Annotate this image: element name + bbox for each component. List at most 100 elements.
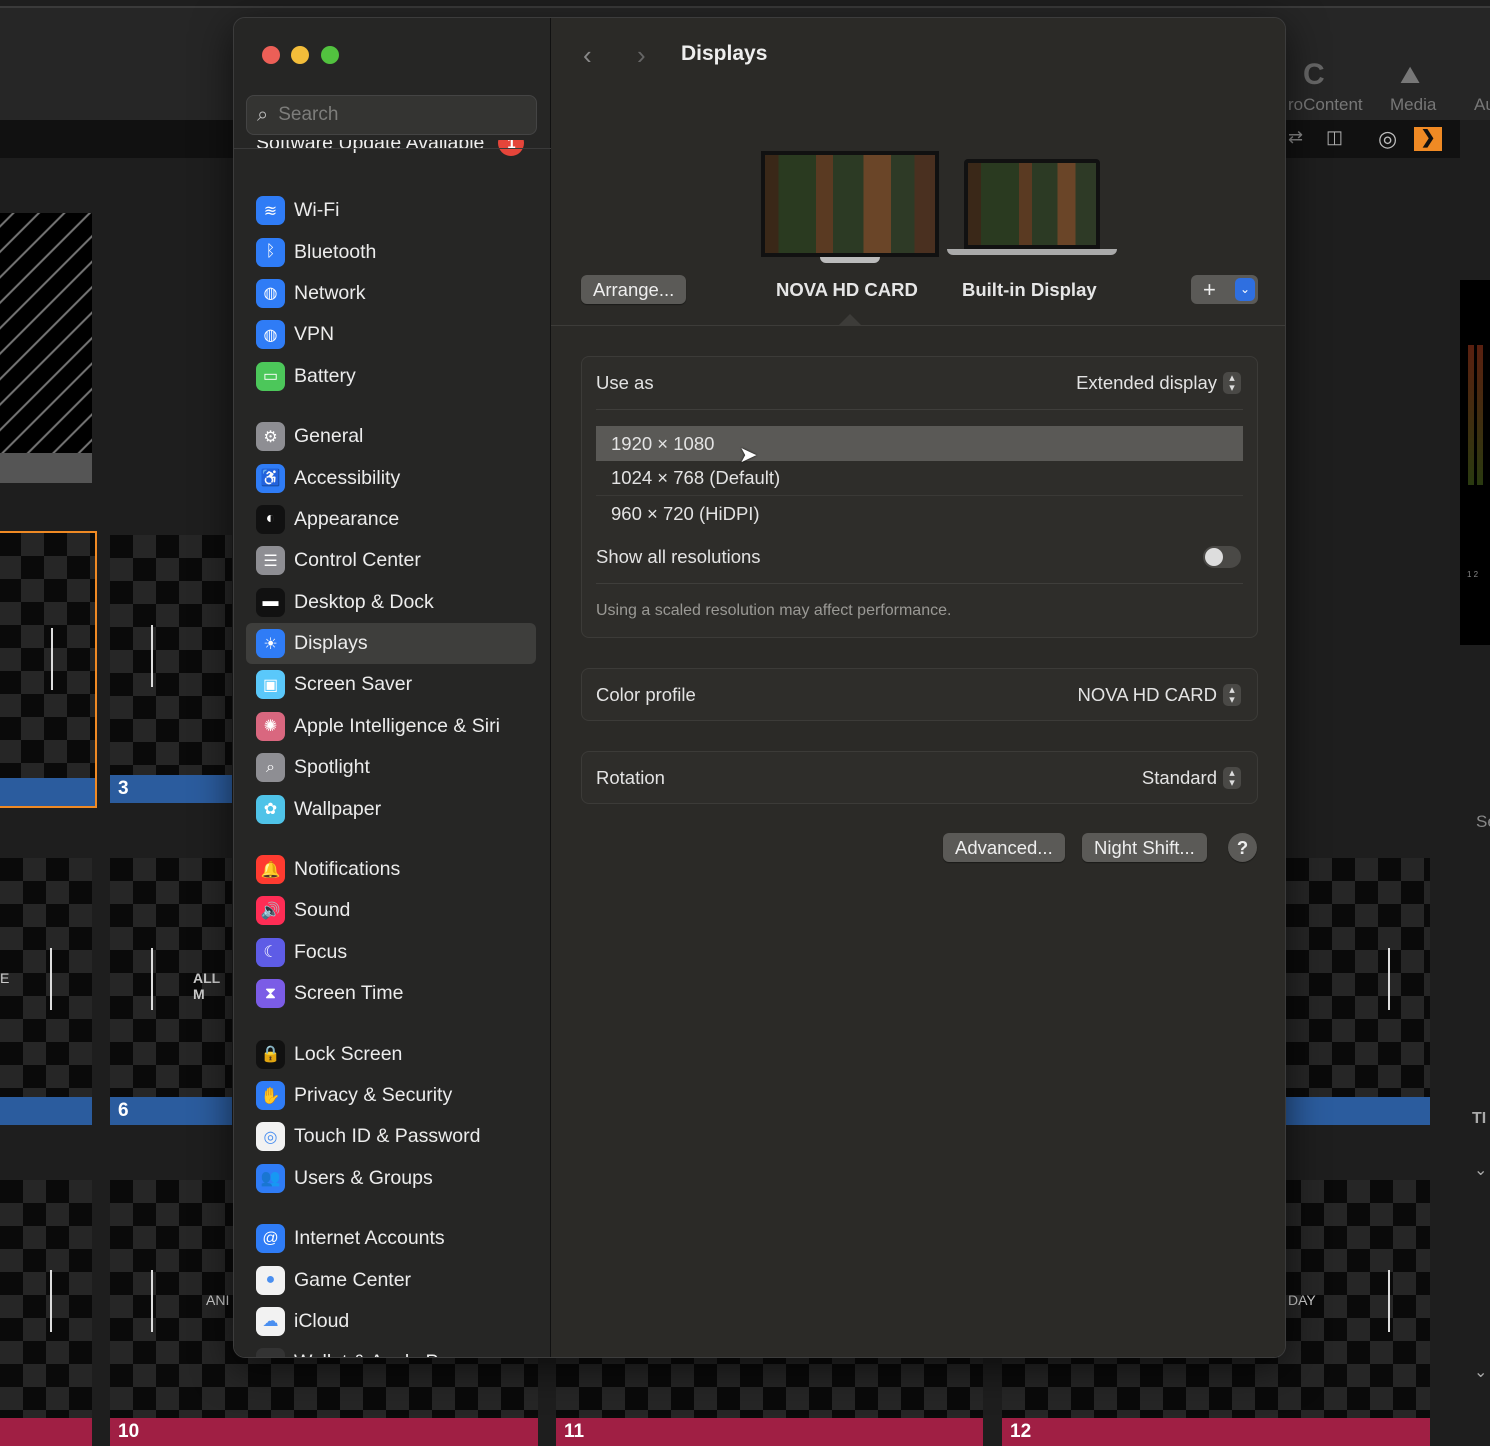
toolbar-label-procontent[interactable]: roContent <box>1288 95 1363 115</box>
sidebar-item-accessibility[interactable]: ♿ Accessibility <box>246 457 536 498</box>
back-icon[interactable]: ‹ <box>583 40 592 71</box>
use-as-select[interactable]: Extended display ▴ ▾ <box>1076 372 1241 394</box>
control-center-icon: ☰ <box>256 546 285 576</box>
system-settings-window: ⌕ Software Update Available 1 ≋Wi-FiᛒBlu… <box>233 17 1286 1358</box>
tile[interactable]: 6 ALL M <box>110 858 232 1125</box>
sidebar-item-label: Bluetooth <box>294 240 377 263</box>
sidebar-item-general[interactable]: ⚙ General <box>246 416 536 457</box>
sidebar-item-screen-saver[interactable]: ▣ Screen Saver <box>246 664 536 705</box>
accessibility-icon: ♿ <box>256 463 285 493</box>
tile[interactable]: 3 <box>110 535 232 803</box>
sidebar-item-wallpaper[interactable]: ✿ Wallpaper <box>246 788 536 829</box>
sidebar-item-label: General <box>294 425 364 448</box>
sidebar-item-wallet-apple-pay[interactable]: ▤ Wallet & Apple Pay <box>246 1342 536 1357</box>
tile[interactable] <box>0 1180 92 1446</box>
resolution-option[interactable]: 960 × 720 (HiDPI) <box>596 496 1243 531</box>
sidebar-item-notifications[interactable]: 🔔 Notifications <box>246 849 536 890</box>
sidebar-item-network[interactable]: ◍ Network <box>246 273 536 314</box>
tile[interactable] <box>1286 858 1430 1125</box>
vpn-globe-icon: ◍ <box>256 320 285 350</box>
sidebar-item-sound[interactable]: 🔊 Sound <box>246 890 536 931</box>
toolbar-label-media[interactable]: Media <box>1390 95 1436 115</box>
sidebar-item-touch-id-password[interactable]: ◎ Touch ID & Password <box>246 1116 536 1157</box>
night-shift-button[interactable]: Night Shift... <box>1082 833 1207 862</box>
use-as-row: Use as Extended display ▴ ▾ <box>582 357 1257 409</box>
up-down-icon: ▴ ▾ <box>1223 372 1241 394</box>
sidebar-item-apple-intelligence-siri[interactable]: ✺ Apple Intelligence & Siri <box>246 706 536 747</box>
sidebar-item-appearance[interactable]: ◐ Appearance <box>246 499 536 540</box>
sidebar-item-label: Game Center <box>294 1268 412 1291</box>
resolution-group: Use as Extended display ▴ ▾ 1920 × 1080 102… <box>581 356 1258 638</box>
minimize-button[interactable] <box>291 46 309 64</box>
transition-icon[interactable]: ⇄ <box>1288 127 1303 148</box>
display-nova-hd-card[interactable] <box>761 151 939 263</box>
preview-thumbnail <box>0 213 92 483</box>
play-icon[interactable]: ❯ <box>1414 127 1442 151</box>
sidebar-item-label: Notifications <box>294 858 401 881</box>
close-button[interactable] <box>262 46 280 64</box>
gear-icon: ⚙ <box>256 422 285 452</box>
right-chevron-icon[interactable]: ⌄ <box>1474 1160 1487 1180</box>
spotlight-icon: ⌕ <box>256 753 285 783</box>
wallet-icon: ▤ <box>256 1348 285 1357</box>
help-button[interactable]: ? <box>1228 833 1257 862</box>
globe-icon: ◍ <box>256 278 285 308</box>
chevron-down-icon[interactable]: ⌄ <box>1235 278 1255 301</box>
procontent-icon[interactable]: C <box>1303 58 1325 92</box>
sidebar-item-internet-accounts[interactable]: @ Internet Accounts <box>246 1218 536 1259</box>
tile[interactable]: E <box>0 858 92 1125</box>
sidebar-item-focus[interactable]: ☾ Focus <box>246 932 536 973</box>
sidebar-item-control-center[interactable]: ☰ Control Center <box>246 540 536 581</box>
screen-saver-icon: ▣ <box>256 670 285 700</box>
lock-icon: 🔒 <box>256 1039 285 1069</box>
advanced-button[interactable]: Advanced... <box>943 833 1065 862</box>
sidebar-item-label: Wallet & Apple Pay <box>294 1351 459 1357</box>
users-icon: 👥 <box>256 1163 285 1193</box>
search-field[interactable]: ⌕ <box>246 95 537 135</box>
display-built-in[interactable] <box>947 159 1117 263</box>
add-display-button[interactable]: + ⌄ <box>1191 275 1258 304</box>
sidebar-item-privacy-security[interactable]: ✋ Privacy & Security <box>246 1075 536 1116</box>
resolution-option[interactable]: 1920 × 1080 <box>596 426 1243 461</box>
sidebar-item-users-groups[interactable]: 👥 Users & Groups <box>246 1158 536 1199</box>
arrange-button[interactable]: Arrange... <box>581 275 687 304</box>
right-label-se: Se <box>1476 812 1490 831</box>
dock-icon: ▬ <box>256 587 285 617</box>
resolution-option[interactable]: 1024 × 768 (Default) <box>596 461 1243 496</box>
forward-icon[interactable]: › <box>637 40 646 71</box>
speaker-icon: 🔊 <box>256 896 285 926</box>
sidebar-item-spotlight[interactable]: ⌕ Spotlight <box>246 747 536 788</box>
sidebar-item-lock-screen[interactable]: 🔒 Lock Screen <box>246 1033 536 1074</box>
sidebar-item-bluetooth[interactable]: ᛒ Bluetooth <box>246 231 536 272</box>
sidebar-item-label: Touch ID & Password <box>294 1125 481 1148</box>
media-icon[interactable]: ⛰ <box>1400 62 1420 90</box>
selection-notch <box>839 314 861 325</box>
sidebar-item-label: VPN <box>294 323 335 346</box>
right-chevron-icon[interactable]: ⌄ <box>1474 1362 1487 1382</box>
cloud-icon: ☁ <box>256 1306 285 1336</box>
sidebar-item-battery[interactable]: ▭ Battery <box>246 356 536 397</box>
search-input[interactable] <box>278 104 509 126</box>
color-profile-select[interactable]: NOVA HD CARD ▴ ▾ <box>1078 683 1241 706</box>
sidebar-item-desktop-dock[interactable]: ▬ Desktop & Dock <box>246 582 536 623</box>
displays-pane: ‹ › Displays Arrange... NOVA HD CARD Bui… <box>551 18 1285 1357</box>
split-view-icon[interactable]: ◫ <box>1326 127 1343 148</box>
battery-icon: ▭ <box>256 361 285 391</box>
wallpaper-icon: ✿ <box>256 794 285 824</box>
sidebar-item-displays[interactable]: ☀ Displays <box>246 622 536 665</box>
sidebar-item-vpn[interactable]: ◍ VPN <box>246 314 536 355</box>
sidebar-item-screen-time[interactable]: ⧗ Screen Time <box>246 973 536 1014</box>
sidebar-item-game-center[interactable]: ● Game Center <box>246 1259 536 1300</box>
display-label-nova[interactable]: NOVA HD CARD <box>776 279 918 301</box>
show-all-toggle[interactable] <box>1203 546 1241 568</box>
display-label-built-in[interactable]: Built-in Display <box>962 279 1097 301</box>
tile-selected[interactable] <box>0 531 97 808</box>
rotation-select[interactable]: Standard ▴ ▾ <box>1142 766 1241 789</box>
sidebar-item-wi-fi[interactable]: ≋ Wi-Fi <box>246 190 536 231</box>
color-profile-row: Color profile NOVA HD CARD ▴ ▾ <box>581 668 1258 721</box>
sidebar-item-icloud[interactable]: ☁ iCloud <box>246 1301 536 1342</box>
record-icon[interactable]: ◎ <box>1378 126 1397 152</box>
toolbar-label-audio[interactable]: Au <box>1474 95 1490 115</box>
zoom-button[interactable] <box>321 46 339 64</box>
sidebar-item-label: Screen Time <box>294 982 404 1005</box>
